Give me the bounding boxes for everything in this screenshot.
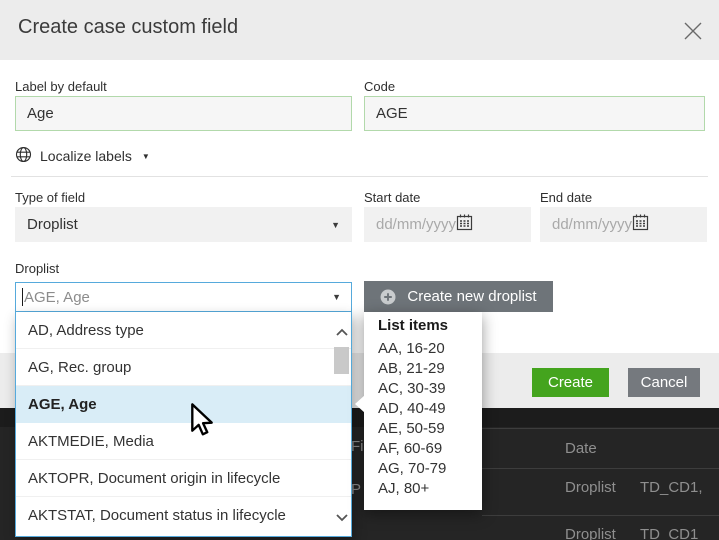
section-divider [11,176,708,177]
chevron-down-icon: ▼ [332,292,341,302]
background-cell-value: TD_CD1, [640,479,703,496]
tooltip-item: AA, 16-20 [378,339,482,359]
calendar-icon[interactable] [456,214,473,235]
dialog-title: Create case custom field [18,16,238,39]
dropdown-item[interactable]: AKTOPR, Document origin in lifecycle [16,460,351,497]
plus-circle-icon [380,289,396,305]
tooltip-item: AD, 40-49 [378,399,482,419]
code-input[interactable] [364,96,705,131]
create-new-droplist-button[interactable]: Create new droplist [364,281,553,312]
dropdown-item[interactable]: AD, Address type [16,312,351,349]
type-of-field-select[interactable]: Droplist ▼ [15,207,352,242]
calendar-icon[interactable] [632,214,649,235]
cancel-button[interactable]: Cancel [628,368,700,397]
start-date-label: Start date [364,190,420,205]
scroll-down-icon[interactable] [335,510,349,524]
dropdown-item[interactable]: AKTSTAT, Document status in lifecycle [16,497,351,534]
background-row-divider [482,428,719,429]
code-label: Code [364,79,395,94]
background-row-divider [482,468,719,469]
background-cell-droplist: Droplist [565,479,616,496]
create-new-droplist-label: Create new droplist [407,288,536,305]
localize-labels-toggle[interactable]: Localize labels ▼ [15,146,150,166]
tooltip-item: AF, 60-69 [378,439,482,459]
background-cell-value: TD_CD1 [640,526,698,540]
type-of-field-value: Droplist [27,216,78,233]
scrollbar-thumb[interactable] [334,347,349,374]
end-date-field[interactable]: dd/mm/yyyy [540,207,707,242]
label-by-default-input[interactable] [15,96,352,131]
droplist-dropdown-list: AD, Address type AG, Rec. group AGE, Age… [15,312,352,537]
close-icon [682,29,704,46]
dialog-header: Create case custom field [0,0,719,60]
tooltip-item: AJ, 80+ [378,479,482,499]
tooltip-item: AG, 70-79 [378,459,482,479]
dropdown-scrollbar[interactable] [332,312,351,536]
droplist-label: Droplist [15,261,59,276]
droplist-combobox-value: AGE, Age [24,289,90,306]
localize-labels-label: Localize labels [40,148,132,164]
dropdown-item[interactable]: AKTMEDIE, Media [16,423,351,460]
start-date-field[interactable]: dd/mm/yyyy [364,207,531,242]
tooltip-arrow [355,395,365,413]
tooltip-item: AE, 50-59 [378,419,482,439]
background-fragment: P [351,481,361,498]
label-by-default-label: Label by default [15,79,107,94]
create-case-custom-field-dialog: Create case custom field Create Cancel D… [0,0,719,540]
close-button[interactable] [682,20,704,42]
globe-icon [15,146,32,166]
background-cell-droplist: Droplist [565,526,616,540]
create-button[interactable]: Create [532,368,609,397]
dropdown-item[interactable]: AG, Rec. group [16,349,351,386]
droplist-combobox[interactable]: AGE, Age ▼ [15,282,352,312]
end-date-label: End date [540,190,592,205]
background-row-divider [482,515,719,516]
end-date-placeholder: dd/mm/yyyy [552,216,632,233]
tooltip-item: AC, 30-39 [378,379,482,399]
dropdown-item-selected[interactable]: AGE, Age [16,386,351,423]
start-date-placeholder: dd/mm/yyyy [376,216,456,233]
type-of-field-label: Type of field [15,190,85,205]
text-cursor [22,288,23,306]
tooltip-item: AB, 21-29 [378,359,482,379]
background-cell-date: Date [565,440,597,457]
list-items-tooltip: List items AA, 16-20 AB, 21-29 AC, 30-39… [364,312,482,510]
chevron-down-icon: ▼ [331,220,340,230]
background-fragment: Fi [351,438,364,455]
chevron-down-icon: ▼ [142,152,150,161]
scroll-up-icon[interactable] [335,326,349,340]
tooltip-title: List items [378,317,482,334]
